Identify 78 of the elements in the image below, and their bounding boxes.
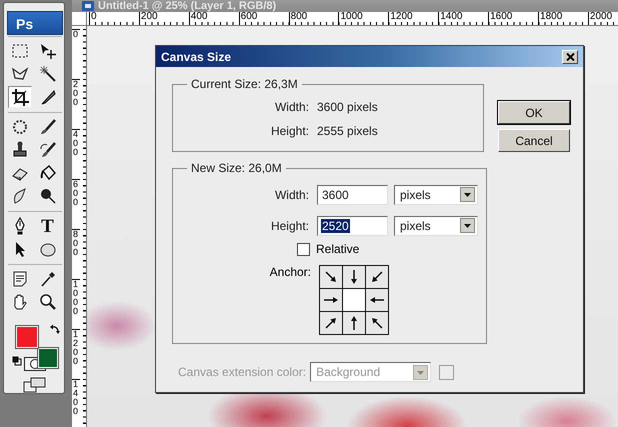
ruler-label: 600: [72, 179, 80, 229]
ruler-label: 1600: [488, 12, 538, 25]
ruler-label: 1800: [538, 12, 588, 25]
anchor-cell[interactable]: [343, 289, 365, 311]
dialog-button[interactable]: OK: [498, 101, 570, 124]
ruler-label: 1200: [388, 12, 438, 25]
caret-icon: [460, 187, 475, 202]
crop-tool[interactable]: [8, 86, 32, 108]
checkbox-label: Relative: [316, 242, 360, 256]
anchor-cell[interactable]: [366, 312, 388, 334]
document-icon: [82, 1, 94, 11]
paint-bucket-icon: [38, 164, 56, 182]
stamp-icon: [10, 141, 28, 159]
crop-icon: [10, 88, 28, 106]
background-color-swatch[interactable]: [38, 348, 58, 368]
default-colors-icon[interactable]: [12, 356, 22, 366]
field-label: Anchor:: [268, 265, 312, 279]
anchor-cell[interactable]: [366, 289, 388, 311]
foreground-color-swatch[interactable]: [16, 326, 38, 348]
relative-checkbox[interactable]: [297, 242, 310, 256]
dodge-icon: [38, 187, 56, 205]
move-icon: [38, 42, 56, 60]
anchor-cell[interactable]: [320, 289, 342, 311]
field-value: 2555 pixels: [317, 124, 378, 138]
field-label: Canvas extension color:: [178, 365, 308, 379]
anchor-cell[interactable]: [320, 266, 342, 288]
ruler-label: 400: [188, 12, 239, 25]
ruler-label: 400: [72, 129, 80, 179]
unit-dropdown[interactable]: pixels: [394, 216, 478, 236]
brush-icon: [38, 118, 56, 136]
magic-wand-icon: [38, 65, 56, 83]
anchor-cell[interactable]: [343, 312, 365, 334]
close-button[interactable]: [562, 50, 578, 64]
ruler-label: 1400: [438, 12, 488, 25]
history-brush-icon: [38, 141, 56, 159]
ruler-label: 1400: [72, 379, 80, 427]
close-icon: [566, 52, 574, 60]
ruler-label: 600: [238, 12, 289, 25]
dialog-button[interactable]: Cancel: [498, 129, 570, 152]
anchor-cell[interactable]: [320, 312, 342, 334]
zoom-icon: [38, 293, 56, 311]
input-field[interactable]: 3600: [317, 184, 388, 204]
ruler-label: 0: [72, 29, 80, 79]
eyedropper-icon: [38, 270, 56, 288]
field-label: Height:: [270, 218, 310, 232]
unit-dropdown[interactable]: pixels: [394, 184, 478, 204]
field-label: Width:: [274, 188, 310, 202]
field-label: Height:: [270, 124, 310, 138]
anchor-cell[interactable]: [343, 266, 365, 288]
ruler-label: 2000: [588, 12, 618, 25]
dialog-title: Canvas Size: [161, 50, 232, 64]
ruler-label: 1000: [72, 279, 80, 329]
caret-icon: [413, 364, 428, 380]
ruler-label: 1200: [72, 329, 80, 379]
note-icon: [10, 270, 28, 288]
caret-icon: [460, 218, 475, 233]
slice-knife-icon: [38, 88, 56, 106]
field-label: Width:: [274, 100, 310, 114]
ruler-label: 200: [138, 12, 189, 25]
document-title: Untitled-1 @ 25% (Layer 1, RGB/8): [98, 0, 276, 12]
bandage-icon: [10, 118, 28, 136]
group-title: New Size: 26,0M: [190, 161, 283, 175]
swap-arrow-icon[interactable]: [50, 324, 60, 334]
app-logo: Ps: [7, 11, 63, 35]
ruler-label: 1000: [338, 12, 388, 25]
screen-mode-icon[interactable]: [22, 377, 46, 393]
color-swatch[interactable]: [439, 364, 454, 380]
anchor-cell[interactable]: [366, 266, 388, 288]
type-tool[interactable]: T: [36, 215, 60, 237]
ruler-label: 800: [288, 12, 338, 25]
marquee-icon: [10, 42, 28, 60]
input-field[interactable]: 2520: [317, 216, 388, 236]
field-value: 3600 pixels: [317, 100, 378, 114]
ruler-label: 0: [89, 12, 139, 25]
ruler-label: 800: [72, 229, 80, 279]
ruler-label: 200: [72, 79, 80, 129]
group-title: Current Size: 26,3M: [190, 77, 299, 91]
anchor-grid[interactable]: [319, 265, 389, 335]
